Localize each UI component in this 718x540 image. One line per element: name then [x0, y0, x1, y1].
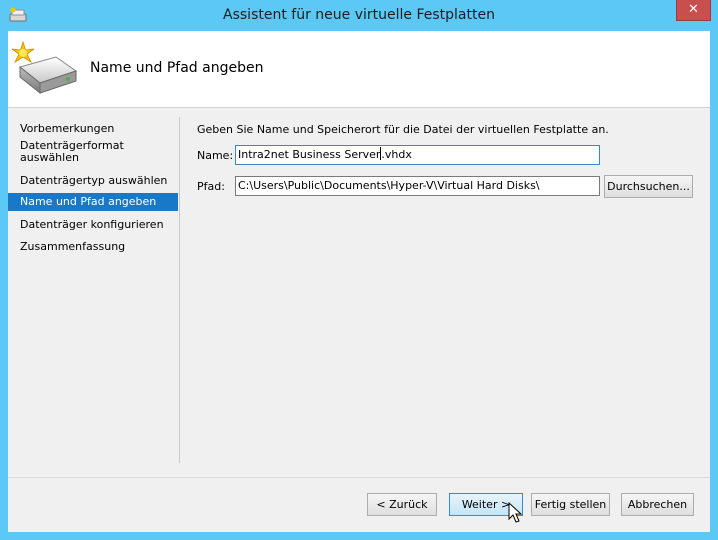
browse-button[interactable]: Durchsuchen...: [604, 175, 693, 198]
nav-divider: [179, 117, 180, 463]
nav-item-datentraegerformat[interactable]: Datenträgerformat auswählen: [20, 140, 178, 164]
client-area: Name und Pfad angeben Vorbemerkungen Dat…: [8, 31, 710, 532]
name-input-text: Intra2net Business Server: [238, 148, 381, 161]
footer-divider: [8, 477, 710, 478]
path-input[interactable]: C:\Users\Public\Documents\Hyper-V\Virtua…: [235, 176, 600, 196]
instruction-text: Geben Sie Name und Speicherort für die D…: [197, 123, 609, 136]
new-disk-icon: [11, 41, 78, 95]
window-title: Assistent für neue virtuelle Festplatten: [223, 7, 495, 23]
close-icon: ✕: [688, 2, 699, 17]
title-bar[interactable]: Assistent für neue virtuelle Festplatten…: [0, 0, 718, 32]
name-input-extension: .vhdx: [381, 148, 412, 161]
nav-item-vorbemerkungen[interactable]: Vorbemerkungen: [20, 123, 178, 135]
path-label: Pfad:: [197, 180, 225, 193]
page-title: Name und Pfad angeben: [90, 60, 264, 76]
cancel-button[interactable]: Abbrechen: [621, 493, 694, 516]
nav-item-zusammenfassung[interactable]: Zusammenfassung: [20, 241, 178, 253]
back-button[interactable]: < Zurück: [367, 493, 437, 516]
name-label: Name:: [197, 149, 234, 162]
wizard-header: Name und Pfad angeben: [8, 31, 710, 108]
name-input[interactable]: Intra2net Business Server.vhdx: [235, 145, 600, 165]
wizard-window: Assistent für neue virtuelle Festplatten…: [0, 0, 718, 540]
close-button[interactable]: ✕: [676, 0, 711, 21]
wizard-steps: Vorbemerkungen Datenträgerformat auswähl…: [8, 109, 180, 464]
nav-item-datentraegertyp[interactable]: Datenträgertyp auswählen: [20, 175, 178, 187]
nav-item-name-und-pfad[interactable]: Name und Pfad angeben: [8, 193, 178, 211]
nav-item-datentraeger-konfigurieren[interactable]: Datenträger konfigurieren: [20, 219, 178, 231]
finish-button[interactable]: Fertig stellen: [531, 493, 610, 516]
mouse-pointer-icon: [508, 502, 523, 523]
